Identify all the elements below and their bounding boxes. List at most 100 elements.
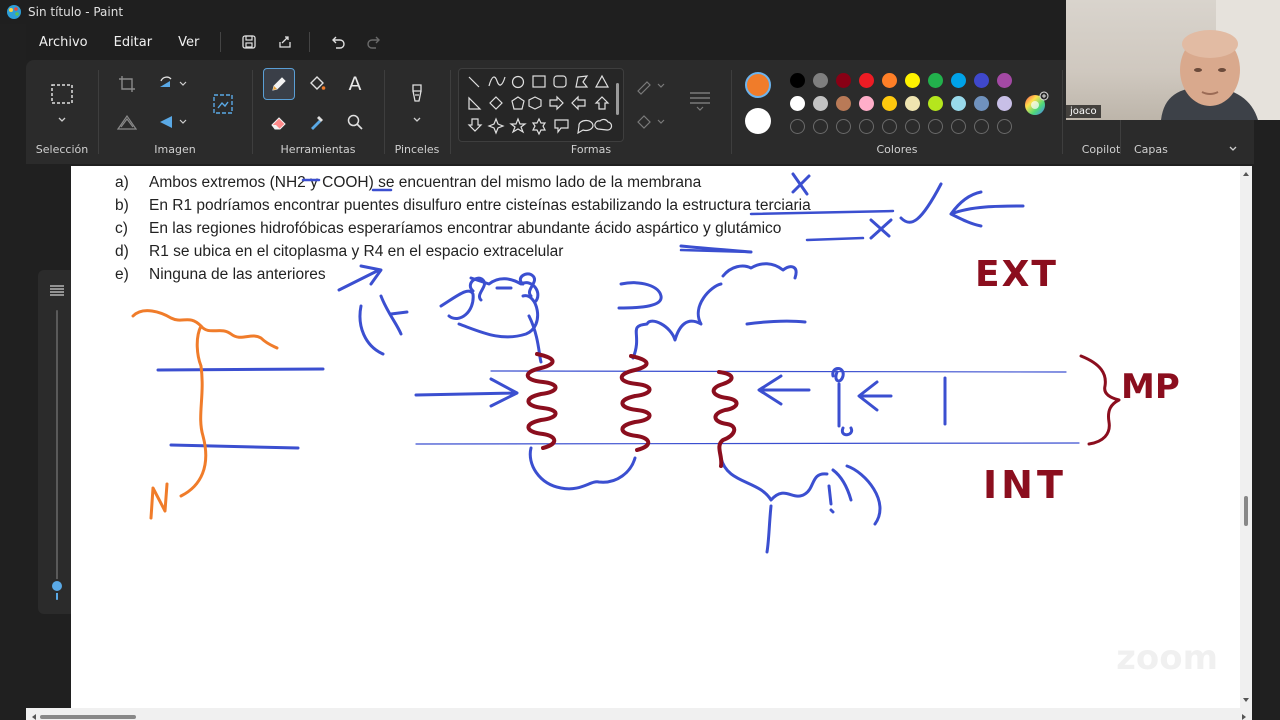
stroke-size-icon xyxy=(690,92,710,111)
rotate-button[interactable] xyxy=(151,68,195,100)
magnifier-button[interactable] xyxy=(339,106,371,138)
crop-button[interactable] xyxy=(111,68,143,100)
left-arrow-shape-icon xyxy=(571,95,586,111)
primary-color[interactable] xyxy=(745,72,771,98)
stroke-size-button[interactable] xyxy=(682,84,718,116)
pencil-icon xyxy=(272,77,286,91)
custom-color-slot[interactable] xyxy=(790,119,805,134)
palette-color-swatch[interactable] xyxy=(882,73,897,88)
share-button[interactable] xyxy=(269,28,301,56)
group-label-selection: Selección xyxy=(35,143,89,156)
shape-fill-icon xyxy=(637,115,665,129)
palette-color-swatch[interactable] xyxy=(836,96,851,111)
group-selection: Selección xyxy=(26,60,98,164)
palette-color-swatch[interactable] xyxy=(951,96,966,111)
redo-button[interactable] xyxy=(358,28,390,56)
edit-colors-button[interactable] xyxy=(1020,88,1052,120)
palette-color-swatch[interactable] xyxy=(997,73,1012,88)
lower-loop-left xyxy=(528,446,637,491)
fill-shape-button[interactable] xyxy=(632,106,670,138)
color-picker-button[interactable] xyxy=(301,106,333,138)
custom-color-slot[interactable] xyxy=(905,119,920,134)
custom-color-slot[interactable] xyxy=(951,119,966,134)
title-bar: Sin título - Paint xyxy=(0,0,1066,24)
secondary-color[interactable] xyxy=(745,108,771,134)
save-button[interactable] xyxy=(233,28,265,56)
palette-color-swatch[interactable] xyxy=(790,73,805,88)
eyedropper-icon xyxy=(311,116,323,130)
palette-color-swatch[interactable] xyxy=(905,96,920,111)
select-button[interactable] xyxy=(46,78,78,110)
group-label-colors: Colores xyxy=(876,143,918,156)
group-tools: A Herramientas xyxy=(253,60,383,164)
six-point-star-shape-icon xyxy=(531,117,547,136)
shapes-grid xyxy=(467,74,619,136)
diamond-shape-icon xyxy=(489,96,503,110)
outline-button[interactable] xyxy=(632,70,670,102)
flip-button[interactable] xyxy=(151,106,195,138)
custom-color-slot[interactable] xyxy=(836,119,851,134)
palette-color-swatch[interactable] xyxy=(790,96,805,111)
eraser-icon xyxy=(271,117,286,130)
curve-shape-icon xyxy=(488,76,506,87)
fill-button[interactable] xyxy=(301,68,333,100)
rotate-icon xyxy=(160,76,187,87)
palette-color-swatch[interactable] xyxy=(836,73,851,88)
palette-color-swatch[interactable] xyxy=(928,73,943,88)
group-label-image: Imagen xyxy=(154,143,196,156)
menu-file[interactable]: Archivo xyxy=(26,28,101,56)
menu-divider xyxy=(309,32,311,52)
brush-button[interactable] xyxy=(401,78,433,110)
menu-view[interactable]: Ver xyxy=(165,28,212,56)
palette-color-swatch[interactable] xyxy=(905,73,920,88)
loop-right xyxy=(745,319,807,326)
membrane-bottom-line xyxy=(169,443,300,450)
select-dropdown[interactable] xyxy=(46,110,78,130)
custom-color-slot[interactable] xyxy=(813,119,828,134)
four-point-star-shape-icon xyxy=(487,117,505,135)
arrow-left xyxy=(757,374,811,406)
brush-dropdown[interactable] xyxy=(401,110,433,130)
custom-color-slot[interactable] xyxy=(859,119,874,134)
palette-color-swatch[interactable] xyxy=(974,73,989,88)
vertical-scrollbar[interactable] xyxy=(1240,166,1252,708)
paint-app-icon xyxy=(7,5,21,19)
menu-bar: Archivo Editar Ver xyxy=(26,24,1066,60)
custom-color-slot[interactable] xyxy=(928,119,943,134)
image-select-icon xyxy=(213,94,233,114)
custom-color-slot[interactable] xyxy=(997,119,1012,134)
palette-color-swatch[interactable] xyxy=(859,96,874,111)
palette-color-swatch[interactable] xyxy=(859,73,874,88)
palette-color-swatch[interactable] xyxy=(813,73,828,88)
palette-color-swatch[interactable] xyxy=(813,96,828,111)
palette-color-swatch[interactable] xyxy=(974,96,989,111)
palette-color-swatch[interactable] xyxy=(997,96,1012,111)
loop-r1 xyxy=(358,276,543,364)
outline-icon xyxy=(637,81,665,95)
palette-color-swatch[interactable] xyxy=(882,96,897,111)
text-button[interactable]: A xyxy=(339,68,371,100)
palette-color-swatch[interactable] xyxy=(928,96,943,111)
image-select-button[interactable] xyxy=(207,88,239,120)
crop-icon xyxy=(119,76,135,92)
triangle-shape-icon xyxy=(594,74,610,88)
custom-color-slot[interactable] xyxy=(882,119,897,134)
eraser-button[interactable] xyxy=(263,106,295,138)
undo-button[interactable] xyxy=(322,28,354,56)
lower-loop-right xyxy=(719,456,882,554)
drawing-canvas[interactable]: a) Ambos extremos (NH2 y COOH) se encuent… xyxy=(71,166,1240,708)
menu-edit[interactable]: Editar xyxy=(101,28,166,56)
horizontal-scroll-track xyxy=(32,714,1246,720)
palette-color-swatch[interactable] xyxy=(951,73,966,88)
chevron-down-icon[interactable] xyxy=(1228,144,1238,154)
underline-c xyxy=(805,236,865,242)
custom-color-slot[interactable] xyxy=(974,119,989,134)
share-icon xyxy=(279,36,291,48)
participant-name: joaco xyxy=(1066,105,1101,118)
helix-2 xyxy=(619,354,652,452)
horizontal-scrollbar[interactable] xyxy=(26,708,1252,720)
resize-button[interactable] xyxy=(111,106,143,138)
down-arrow-shape-icon xyxy=(467,118,483,132)
pencil-button[interactable] xyxy=(263,68,295,100)
group-brushes: Pinceles xyxy=(385,60,449,164)
